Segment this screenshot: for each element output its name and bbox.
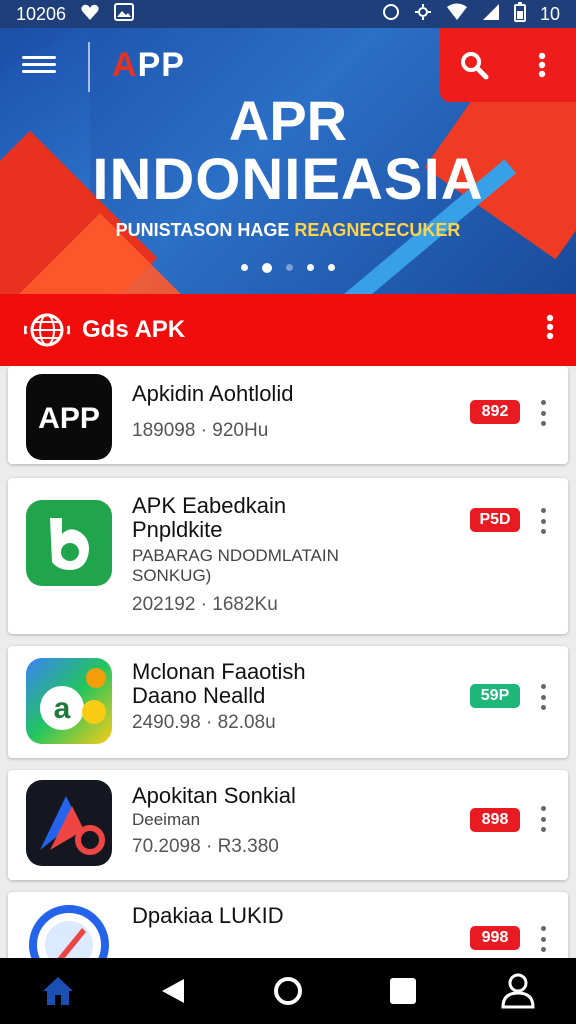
home-icon xyxy=(42,977,73,1005)
header-divider xyxy=(88,42,90,92)
carousel-dot[interactable] xyxy=(241,264,248,271)
kebab-menu-icon xyxy=(546,314,554,340)
signal-icon xyxy=(482,3,500,26)
square-recents-icon xyxy=(390,978,417,1004)
menu-button[interactable] xyxy=(22,52,56,80)
app-name: Mclonan Faaotish Daano Nealld xyxy=(132,659,306,708)
circle-home-icon xyxy=(273,977,302,1005)
hero-subtitle-highlight: REAGNECECUKER xyxy=(294,220,461,240)
search-icon xyxy=(461,52,489,80)
svg-text:a: a xyxy=(54,692,71,725)
app-meta: 2490.98 · 82.08u xyxy=(132,712,276,733)
app-text-icon: APP xyxy=(26,374,112,460)
carousel-dot-active[interactable] xyxy=(262,263,272,273)
app-description: PABARAG NDODMLATAIN SONKUG) xyxy=(132,546,339,585)
app-meta: 70.2098 · R3.380 xyxy=(132,836,279,857)
profile-button[interactable] xyxy=(488,961,548,1021)
section-title: Gds APK xyxy=(82,316,186,343)
app-more-button[interactable] xyxy=(538,400,548,426)
app-badge[interactable]: 998 xyxy=(470,926,520,950)
status-time: 10206 xyxy=(16,3,67,24)
section-more-button[interactable] xyxy=(546,314,554,345)
colorful-a-icon: a xyxy=(26,658,112,744)
brand-logo: APP xyxy=(112,46,185,84)
hero-subtitle-part1: PUNISTASON HAGE xyxy=(115,220,295,240)
app-list-item[interactable]: Apokitan Sonkial Deeiman 70.2098 · R3.38… xyxy=(8,770,568,880)
arrow-o-icon xyxy=(26,780,112,866)
app-description: Deeiman xyxy=(132,810,201,829)
globe-icon xyxy=(24,313,70,347)
app-more-button[interactable] xyxy=(538,806,548,832)
hero-subtitle: PUNISTASON HAGE REAGNECECUKER xyxy=(0,220,576,241)
notification-icon xyxy=(80,3,100,26)
app-more-button[interactable] xyxy=(538,684,548,710)
user-icon xyxy=(501,973,535,1009)
section-header: Gds APK xyxy=(0,294,576,366)
app-badge[interactable]: P5D xyxy=(470,508,520,532)
app-badge[interactable]: 59P xyxy=(470,684,520,708)
app-name: Apkidin Aohtlolid xyxy=(132,381,294,406)
battery-icon xyxy=(513,1,526,27)
app-list-item[interactable]: a Mclonan Faaotish Daano Nealld 2490.98 … xyxy=(8,646,568,758)
battery-level: 10 xyxy=(539,3,560,24)
app-list-item[interactable]: APK Eabedkain Pnpldkite PABARAG NDODMLAT… xyxy=(8,478,568,634)
search-button[interactable] xyxy=(454,45,494,85)
svg-text:APP: APP xyxy=(38,402,100,435)
alarm-icon xyxy=(382,3,400,26)
more-options-button[interactable] xyxy=(522,45,562,85)
home-button[interactable] xyxy=(28,961,88,1021)
wifi-icon xyxy=(446,3,468,26)
settings-icon xyxy=(414,3,432,26)
app-more-button[interactable] xyxy=(538,508,548,534)
carousel-dot[interactable] xyxy=(286,264,293,271)
app-badge[interactable]: 892 xyxy=(470,400,520,424)
app-name: APK Eabedkain Pnpldkite xyxy=(132,493,287,542)
kebab-menu-icon xyxy=(538,52,546,78)
app-meta: 189098 · 920Hu xyxy=(132,420,269,441)
carousel-indicator xyxy=(0,263,576,273)
app-name: Apokitan Sonkial xyxy=(132,783,296,808)
carousel-dot[interactable] xyxy=(328,264,335,271)
recents-button[interactable] xyxy=(373,961,433,1021)
hero-banner[interactable]: APP APR INDONIEASIA PUNISTASON HAGE REAG… xyxy=(0,28,576,294)
app-more-button[interactable] xyxy=(538,926,548,952)
carousel-dot[interactable] xyxy=(307,264,314,271)
hero-title-line2: INDONIEASIA xyxy=(92,147,484,212)
home-circle-button[interactable] xyxy=(258,961,318,1021)
back-button[interactable] xyxy=(143,961,203,1021)
app-list-item[interactable]: APP Apkidin Aohtlolid 189098 · 920Hu 892 xyxy=(8,366,568,464)
app-meta: 202192 · 1682Ku xyxy=(132,594,278,615)
app-name: Dpakiaa LUKID xyxy=(132,903,284,928)
app-badge[interactable]: 898 xyxy=(470,808,520,832)
back-triangle-icon xyxy=(161,979,184,1003)
bottom-navigation xyxy=(0,958,576,1024)
hero-title-line1: APR xyxy=(228,89,348,152)
status-bar: 10206 10 xyxy=(0,0,576,28)
image-icon xyxy=(114,2,135,26)
green-b-icon xyxy=(26,500,112,586)
